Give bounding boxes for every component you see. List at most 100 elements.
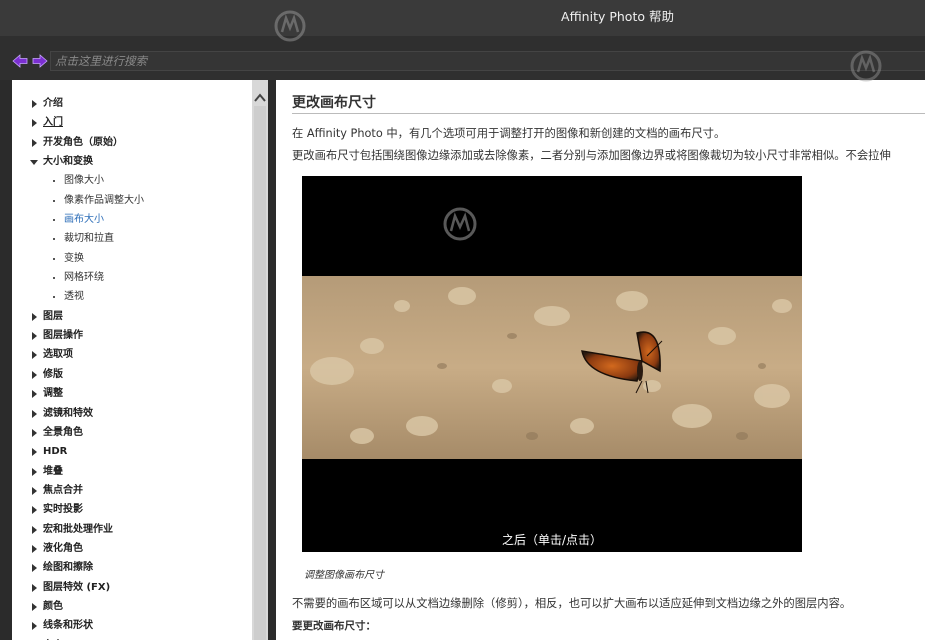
toc-subitem[interactable]: 网格环绕 bbox=[12, 268, 252, 287]
toc-item[interactable]: 选取项 bbox=[12, 345, 252, 364]
toc-item-label: 液化角色 bbox=[43, 542, 83, 554]
sidebar-toc: 介绍入门开发角色（原始） 大小和变换图像大小像素作品调整大小画布大小裁切和拉直变换… bbox=[12, 80, 268, 640]
scroll-up-icon[interactable] bbox=[252, 90, 268, 104]
collapsed-caret-icon[interactable] bbox=[32, 390, 37, 399]
collapsed-caret-icon[interactable] bbox=[32, 544, 37, 553]
toc-item[interactable]: 开发角色（原始） bbox=[12, 133, 252, 152]
toc-item-label: 线条和形状 bbox=[43, 620, 93, 632]
collapsed-caret-icon[interactable] bbox=[32, 602, 37, 611]
toc-item[interactable]: 宏和批处理作业 bbox=[12, 520, 252, 539]
collapsed-caret-icon[interactable] bbox=[32, 486, 37, 495]
expanded-caret-icon[interactable] bbox=[30, 160, 38, 166]
toc-item[interactable]: HDR bbox=[12, 442, 252, 461]
toc-item-label: 图层操作 bbox=[43, 330, 83, 342]
toc-item-label: 图像大小 bbox=[64, 175, 104, 187]
toc-subitem[interactable]: 透视 bbox=[12, 287, 252, 306]
toc-item[interactable]: 实时投影 bbox=[12, 500, 252, 519]
toc-tree: 介绍入门开发角色（原始） 大小和变换图像大小像素作品调整大小画布大小裁切和拉直变换… bbox=[12, 94, 252, 640]
collapsed-caret-icon[interactable] bbox=[32, 409, 37, 418]
toc-subitem[interactable]: 裁切和拉直 bbox=[12, 229, 252, 248]
toc-item-label: 变换 bbox=[64, 252, 84, 264]
toc-item-label: 实时投影 bbox=[43, 504, 83, 516]
back-arrow-icon[interactable] bbox=[12, 54, 28, 68]
collapsed-caret-icon[interactable] bbox=[32, 525, 37, 534]
toc-subitem[interactable]: 像素作品调整大小 bbox=[12, 191, 252, 210]
toc-item-label: HDR bbox=[43, 446, 68, 458]
toc-item[interactable]: 入门 bbox=[12, 113, 252, 132]
toc-item-label: 全景角色 bbox=[43, 426, 83, 438]
toc-item[interactable]: 堆叠 bbox=[12, 462, 252, 481]
before-after-toggle-label[interactable]: 之后（单击/点击） bbox=[302, 531, 802, 548]
toc-subitem[interactable]: 变换 bbox=[12, 249, 252, 268]
collapsed-caret-icon[interactable] bbox=[32, 467, 37, 476]
bullet-icon bbox=[53, 180, 55, 183]
toc-item-label: 绘图和擦除 bbox=[43, 562, 93, 574]
toc-item[interactable]: 介绍 bbox=[12, 94, 252, 113]
collapsed-caret-icon[interactable] bbox=[32, 312, 37, 321]
butterfly-photo bbox=[302, 276, 802, 459]
toc-item[interactable]: 液化角色 bbox=[12, 539, 252, 558]
toc-item-label: 大小和变换 bbox=[43, 156, 93, 168]
collapsed-caret-icon[interactable] bbox=[32, 564, 37, 573]
toc-item[interactable]: 修版 bbox=[12, 365, 252, 384]
figure-caption: 调整图像画布尺寸 bbox=[304, 570, 384, 581]
scroll-thumb[interactable] bbox=[254, 106, 266, 640]
forward-arrow-icon[interactable] bbox=[32, 54, 48, 68]
toc-item-label: 裁切和拉直 bbox=[64, 233, 114, 245]
toc-item[interactable]: 焦点合并 bbox=[12, 481, 252, 500]
toc-item-label: 网格环绕 bbox=[64, 272, 104, 284]
collapsed-caret-icon[interactable] bbox=[32, 622, 37, 631]
title-divider bbox=[292, 113, 925, 114]
toc-item-label: 焦点合并 bbox=[43, 484, 83, 496]
toc-item[interactable]: 大小和变换 bbox=[12, 152, 252, 171]
help-content: 更改画布尺寸 在 Affinity Photo 中，有几个选项可用于调整打开的图… bbox=[276, 80, 925, 640]
toc-item[interactable]: 图层操作 bbox=[12, 326, 252, 345]
toc-item[interactable]: 图层 bbox=[12, 307, 252, 326]
sidebar-scrollbar[interactable] bbox=[252, 80, 268, 640]
toc-subitem[interactable]: 图像大小 bbox=[12, 171, 252, 190]
toc-item[interactable]: 颜色 bbox=[12, 597, 252, 616]
toc-item[interactable]: 绘图和擦除 bbox=[12, 558, 252, 577]
toc-item[interactable]: 调整 bbox=[12, 384, 252, 403]
toc-item[interactable]: 滤镜和特效 bbox=[12, 404, 252, 423]
toc-item[interactable]: 全景角色 bbox=[12, 423, 252, 442]
toc-subitem[interactable]: 画布大小 bbox=[12, 210, 252, 229]
collapsed-caret-icon[interactable] bbox=[32, 370, 37, 379]
toc-item-label: 画布大小 bbox=[64, 214, 104, 226]
toolbar bbox=[0, 36, 925, 80]
bullet-icon bbox=[53, 238, 55, 241]
collapsed-caret-icon[interactable] bbox=[32, 100, 37, 108]
collapsed-caret-icon[interactable] bbox=[32, 506, 37, 515]
collapsed-caret-icon[interactable] bbox=[32, 428, 37, 437]
before-after-figure[interactable]: 之后（单击/点击） bbox=[302, 176, 802, 552]
toc-item-label: 开发角色（原始） bbox=[43, 136, 123, 148]
toc-item[interactable]: 线条和形状 bbox=[12, 616, 252, 635]
bullet-icon bbox=[53, 296, 55, 299]
collapsed-caret-icon[interactable] bbox=[32, 332, 37, 341]
search-input[interactable] bbox=[50, 51, 925, 71]
page-title: 更改画布尺寸 bbox=[292, 95, 376, 111]
bullet-icon bbox=[53, 199, 55, 202]
toc-item-label: 图层特效 (FX) bbox=[43, 581, 111, 593]
collapsed-caret-icon[interactable] bbox=[32, 138, 37, 147]
description-paragraph: 更改画布尺寸包括围绕图像边缘添加或去除像素，二者分别与添加图像边界或将图像裁切为… bbox=[292, 149, 891, 162]
toc-item-label: 修版 bbox=[43, 368, 63, 380]
toc-item[interactable]: 图层特效 (FX) bbox=[12, 578, 252, 597]
window-title: Affinity Photo 帮助 bbox=[561, 9, 674, 24]
toc-item-label: 介绍 bbox=[43, 98, 63, 109]
collapsed-caret-icon[interactable] bbox=[32, 448, 37, 457]
bullet-icon bbox=[53, 257, 55, 260]
toc-item[interactable]: 文本 bbox=[12, 636, 252, 640]
toc-item-label: 堆叠 bbox=[43, 465, 63, 477]
collapsed-caret-icon[interactable] bbox=[32, 119, 37, 128]
collapsed-caret-icon[interactable] bbox=[32, 583, 37, 592]
trim-paragraph: 不需要的画布区域可以从文档边缘删除（修剪），相反，也可以扩大画布以适应延伸到文档… bbox=[292, 597, 852, 610]
toc-item-label: 宏和批处理作业 bbox=[43, 523, 113, 535]
toc-item-label: 颜色 bbox=[43, 600, 63, 612]
toc-item-label: 调整 bbox=[43, 388, 63, 400]
title-bar: Affinity Photo 帮助 bbox=[0, 0, 925, 36]
toc-item-label: 透视 bbox=[64, 291, 84, 303]
collapsed-caret-icon[interactable] bbox=[32, 351, 37, 360]
toc-item-label: 入门 bbox=[43, 117, 63, 129]
bullet-icon bbox=[53, 219, 55, 222]
